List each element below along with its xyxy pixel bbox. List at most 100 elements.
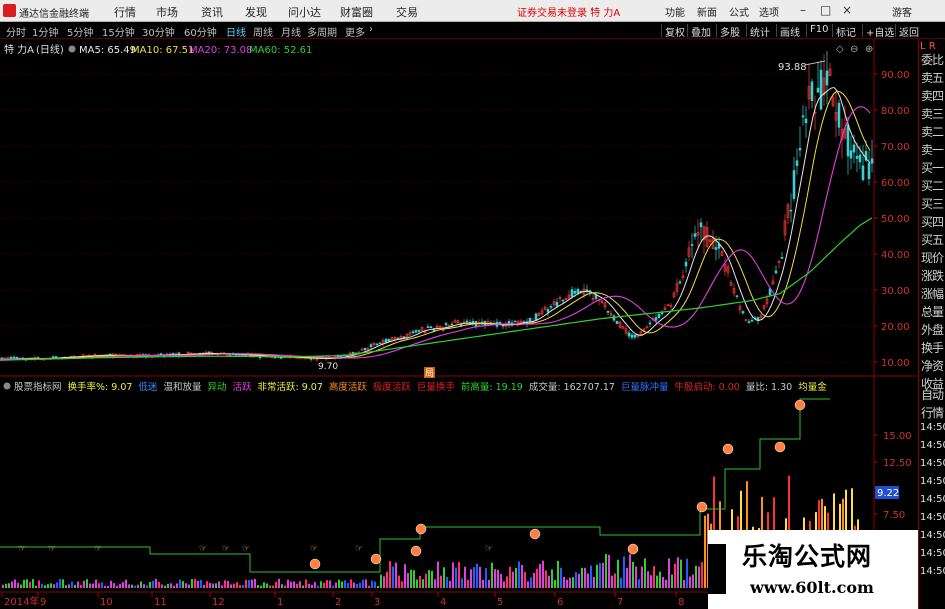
side-item-1[interactable]: 卖五 — [921, 69, 944, 86]
hand-pointer-icon[interactable]: ☞ — [18, 544, 26, 554]
tab-monthly[interactable]: 月线 — [281, 24, 301, 39]
menu-right-formula[interactable]: 公式 — [729, 4, 749, 19]
hand-pointer-icon[interactable]: ☞ — [222, 544, 230, 554]
candle-body — [378, 342, 382, 345]
menu-right-layout[interactable]: 新面 — [697, 4, 717, 19]
add-favorite-button[interactable]: +自选 — [862, 24, 897, 39]
overlay-button[interactable]: 叠加 — [687, 24, 714, 39]
login-alert[interactable]: 证券交易未登录 特 力A — [517, 4, 620, 19]
volume-bar — [320, 581, 322, 588]
hand-pointer-icon[interactable]: ☞ — [485, 544, 493, 554]
mark-button[interactable]: 标记 — [832, 24, 859, 39]
tab-weekly[interactable]: 周线 — [253, 24, 273, 39]
hand-pointer-icon[interactable]: ☞ — [94, 544, 102, 554]
hand-pointer-icon[interactable]: ☞ — [48, 544, 56, 554]
zoom-in-icon[interactable]: ⊕ — [865, 44, 873, 55]
side-item-9[interactable]: 买四 — [921, 213, 944, 230]
signal-dot-icon[interactable] — [794, 399, 806, 411]
settings-icon[interactable] — [68, 45, 76, 53]
signal-dot-icon[interactable] — [774, 441, 786, 453]
menu-item-wealth[interactable]: 财富圈 — [340, 4, 373, 20]
volume-bar — [95, 579, 97, 588]
minimize-icon[interactable]: – — [800, 3, 806, 17]
volume-bar — [341, 581, 343, 588]
side-bottom-1[interactable]: 行情 — [921, 404, 944, 421]
time-tick-label: 8 — [678, 597, 684, 608]
adjust-button[interactable]: 复权 — [661, 24, 688, 39]
side-item-0[interactable]: 委比 — [921, 51, 944, 68]
tab-15min[interactable]: 15分钟 — [102, 24, 135, 39]
menu-item-news[interactable]: 资讯 — [201, 4, 223, 20]
zoom-out-icon[interactable]: ⊖ — [850, 44, 858, 55]
signal-dot-icon[interactable] — [529, 528, 541, 540]
menu-item-market[interactable]: 市场 — [156, 4, 178, 20]
side-item-8[interactable]: 买三 — [921, 195, 944, 212]
menu-item-ask[interactable]: 问小达 — [288, 4, 321, 20]
side-time-0: 14:50 — [920, 422, 945, 433]
signal-dot-icon[interactable] — [696, 501, 708, 513]
tab-more[interactable]: 更多 — [345, 24, 365, 39]
volume-bar — [266, 583, 268, 588]
indicator-label-10: 前高量: 19.19 — [461, 381, 523, 393]
draw-button[interactable]: 画线 — [776, 24, 803, 39]
tab-multi-period[interactable]: 多周期 — [307, 24, 337, 39]
side-item-7[interactable]: 买二 — [921, 177, 944, 194]
volume-bar — [521, 564, 523, 588]
tab-daily[interactable]: 日线 — [226, 24, 246, 39]
volume-bar — [203, 584, 205, 588]
signal-dot-icon[interactable] — [309, 558, 321, 570]
signal-dot-icon[interactable] — [370, 553, 382, 565]
maximize-icon[interactable]: □ — [820, 3, 831, 17]
diamond-icon[interactable]: ◇ — [836, 44, 844, 55]
volume-bar — [86, 579, 88, 588]
side-item-17[interactable]: 净资 — [921, 357, 944, 374]
multi-stock-button[interactable]: 多股 — [716, 24, 743, 39]
side-item-13[interactable]: 涨幅 — [921, 285, 944, 302]
f10-button[interactable]: F10 — [806, 24, 831, 37]
candle-body — [513, 320, 517, 323]
close-icon[interactable]: × — [842, 3, 852, 17]
kline-chart[interactable]: 特 力A (日线) MA5: 65.49 MA10: 67.51 MA20: 7… — [0, 39, 918, 609]
side-item-15[interactable]: 外盘 — [921, 321, 944, 338]
menu-right-options[interactable]: 选项 — [759, 4, 779, 19]
side-item-2[interactable]: 卖四 — [921, 87, 944, 104]
ma10-label: MA10: 67.51 — [131, 45, 194, 56]
hand-pointer-icon[interactable]: ☞ — [242, 544, 250, 554]
back-button[interactable]: 返回 — [895, 24, 922, 39]
signal-dot-icon[interactable] — [410, 545, 422, 557]
side-item-12[interactable]: 涨跌 — [921, 267, 944, 284]
volume-bar — [326, 580, 328, 588]
side-item-11[interactable]: 现价 — [921, 249, 944, 266]
indicator-settings-icon[interactable] — [3, 382, 11, 390]
candle-body — [741, 311, 745, 314]
side-bottom-0[interactable]: 自动 — [921, 386, 944, 403]
menu-item-discover[interactable]: 发现 — [245, 4, 267, 20]
signal-dot-icon[interactable] — [627, 543, 639, 555]
signal-dot-icon[interactable] — [722, 443, 734, 455]
side-item-14[interactable]: 总量 — [921, 303, 944, 320]
price-tick-label: 70.00 — [881, 142, 910, 153]
tab-5min[interactable]: 5分钟 — [67, 24, 93, 39]
chevron-right-icon[interactable]: › — [369, 24, 373, 35]
side-item-5[interactable]: 卖一 — [921, 141, 944, 158]
signal-dot-icon[interactable] — [415, 523, 427, 535]
hand-pointer-icon[interactable]: ☞ — [199, 544, 207, 554]
user-label[interactable]: 游客 — [892, 4, 912, 19]
menu-item-quotes[interactable]: 行情 — [114, 4, 136, 20]
volume-bar — [653, 566, 655, 588]
side-item-3[interactable]: 卖三 — [921, 105, 944, 122]
menu-item-trade[interactable]: 交易 — [396, 4, 418, 20]
indicator-label-15: 均量金 — [798, 381, 827, 393]
menu-right-function[interactable]: 功能 — [665, 4, 685, 19]
side-item-4[interactable]: 卖二 — [921, 123, 944, 140]
side-item-16[interactable]: 换手 — [921, 339, 944, 356]
tab-60min[interactable]: 60分钟 — [184, 24, 217, 39]
hand-pointer-icon[interactable]: ☞ — [310, 544, 318, 554]
tab-30min[interactable]: 30分钟 — [142, 24, 175, 39]
side-item-6[interactable]: 买一 — [921, 159, 944, 176]
stats-button[interactable]: 统计 — [746, 24, 773, 39]
hand-pointer-icon[interactable]: ☞ — [355, 544, 363, 554]
tab-intraday[interactable]: 分时 — [6, 24, 26, 39]
tab-1min[interactable]: 1分钟 — [32, 24, 58, 39]
side-item-10[interactable]: 买五 — [921, 231, 944, 248]
